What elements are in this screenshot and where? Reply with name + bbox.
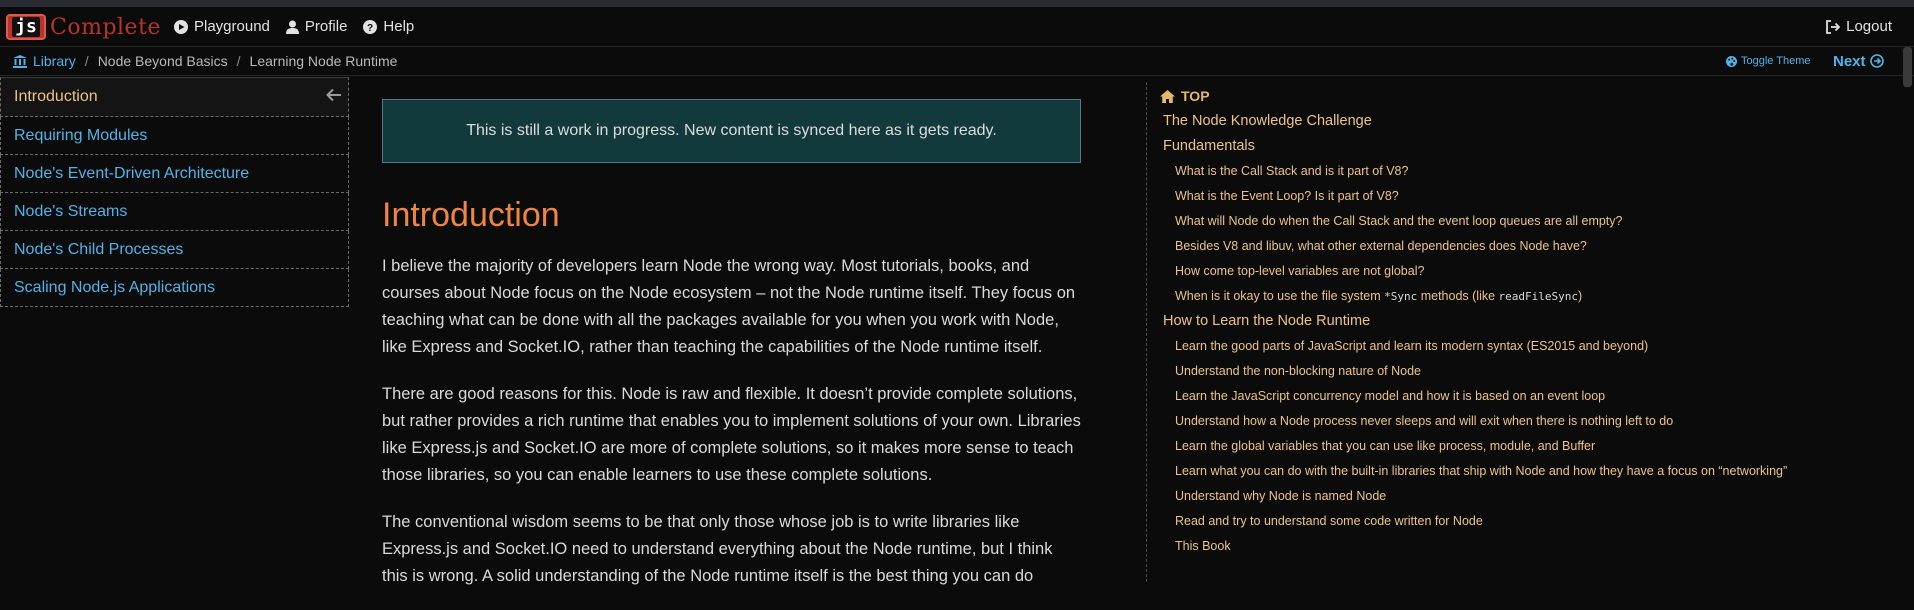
toc-subitem-link[interactable]: Besides V8 and libuv, what other externa… <box>1160 236 1900 261</box>
nav-help-link[interactable]: ? Help <box>363 18 414 35</box>
work-in-progress-notice: This is still a work in progress. New co… <box>382 99 1081 163</box>
help-circle-icon: ? <box>363 19 378 34</box>
sidebar-item-child-processes[interactable]: Node's Child Processes <box>0 231 349 269</box>
toc-subitem-link[interactable]: What will Node do when the Call Stack an… <box>1160 211 1900 236</box>
breadcrumb-library-link[interactable]: Library <box>13 53 76 69</box>
sidebar-item-label: Scaling Node.js Applications <box>14 278 216 296</box>
toc-subitem-link[interactable]: Learn the JavaScript concurrency model a… <box>1160 386 1900 411</box>
table-of-contents: TOP The Node Knowledge Challenge Fundame… <box>1160 86 1900 561</box>
breadcrumb: Library / Node Beyond Basics / Learning … <box>13 47 397 75</box>
user-icon <box>285 20 299 34</box>
toc-subitem-text: methods (like <box>1417 289 1499 303</box>
breadcrumb-separator: / <box>84 53 89 69</box>
sign-out-icon <box>1826 19 1841 34</box>
nav-help-label: Help <box>383 18 415 35</box>
logout-label: Logout <box>1846 18 1892 35</box>
sidebar-item-streams[interactable]: Node's Streams <box>0 193 349 231</box>
toc-subitem-link[interactable]: Learn what you can do with the built-in … <box>1160 461 1900 486</box>
nav-links: Playground Profile ? Help <box>174 7 430 46</box>
breadcrumb-separator: / <box>236 53 241 69</box>
breadcrumb-current-page: Learning Node Runtime <box>249 53 398 69</box>
toc-subitem-link[interactable]: When is it okay to use the file system *… <box>1160 286 1900 311</box>
toc-heading-link[interactable]: How to Learn the Node Runtime <box>1160 311 1900 336</box>
toggle-theme-button[interactable]: Toggle Theme <box>1726 47 1811 75</box>
content-paragraph: I believe the majority of developers lea… <box>382 257 1076 356</box>
logo-name: Complete <box>50 14 161 40</box>
nav-playground-link[interactable]: Playground <box>174 18 270 35</box>
library-icon <box>13 54 27 68</box>
content-divider <box>1146 82 1147 582</box>
toc-subitem-link[interactable]: Learn the global variables that you can … <box>1160 436 1900 461</box>
sidebar-item-introduction[interactable]: Introduction <box>0 77 349 117</box>
sidebar-item-label: Node's Event-Driven Architecture <box>14 164 250 182</box>
breadcrumb-library-label: Library <box>33 53 76 69</box>
site-logo[interactable]: js Complete <box>6 13 161 41</box>
toc-subitem-link[interactable]: How come top-level variables are not glo… <box>1160 261 1900 286</box>
toc-subitem-link[interactable]: Understand how a Node process never slee… <box>1160 411 1900 436</box>
content-paragraph: The conventional wisdom seems to be that… <box>382 513 1053 585</box>
arrow-circle-right-icon <box>1869 54 1884 68</box>
toc-subitem-text: When is it okay to use the file system <box>1175 289 1385 303</box>
window-top-strip <box>0 0 1914 7</box>
content-paragraph: There are good reasons for this. Node is… <box>382 385 1081 484</box>
toc-subitem-link[interactable]: Read and try to understand some code wri… <box>1160 511 1900 536</box>
main-content: This is still a work in progress. New co… <box>382 99 1082 610</box>
play-circle-icon <box>174 19 188 34</box>
breadcrumb-course[interactable]: Node Beyond Basics <box>98 53 228 69</box>
toc-subitem-link[interactable]: This Book <box>1160 536 1900 561</box>
sidebar-item-event-driven-architecture[interactable]: Node's Event-Driven Architecture <box>0 155 349 193</box>
toc-subitem-link[interactable]: What is the Call Stack and is it part of… <box>1160 161 1900 186</box>
toc-heading-link[interactable]: The Node Knowledge Challenge <box>1160 111 1900 136</box>
next-label: Next <box>1833 52 1866 70</box>
sidebar-item-label: Node's Streams <box>14 202 128 220</box>
collapse-sidebar-arrow-icon[interactable] <box>326 88 342 102</box>
svg-text:?: ? <box>367 23 373 34</box>
sidebar-item-scaling[interactable]: Scaling Node.js Applications <box>0 269 349 307</box>
toc-subitem-link[interactable]: Understand why Node is named Node <box>1160 486 1900 511</box>
inline-code: *Sync <box>1384 290 1418 303</box>
palette-icon <box>1726 55 1737 67</box>
page-title: Introduction <box>382 196 560 234</box>
toc-heading-link[interactable]: Fundamentals <box>1160 136 1900 161</box>
logo-mark-text: js <box>12 17 40 37</box>
nav-playground-label: Playground <box>194 18 270 35</box>
next-page-button[interactable]: Next <box>1833 47 1884 75</box>
nav-profile-label: Profile <box>304 18 348 35</box>
toc-subitem-link[interactable]: What is the Event Loop? Is it part of V8… <box>1160 186 1900 211</box>
logo-mark: js <box>6 14 46 40</box>
toc-top-label: TOP <box>1181 88 1210 104</box>
toc-subitem-text: ) <box>1578 289 1583 303</box>
sidebar-item-requiring-modules[interactable]: Requiring Modules <box>0 117 349 155</box>
toc-top-link[interactable]: TOP <box>1160 86 1900 106</box>
toggle-theme-label: Toggle Theme <box>1741 55 1811 67</box>
sidebar-item-label: Introduction <box>14 88 98 105</box>
sidebar-item-label: Node's Child Processes <box>14 240 184 258</box>
chapter-sidebar: Introduction Requiring Modules Node's Ev… <box>0 77 349 307</box>
top-navbar: js Complete Playground Profile ? Help Lo… <box>0 7 1914 47</box>
home-icon <box>1160 89 1175 103</box>
breadcrumb-bar: Library / Node Beyond Basics / Learning … <box>0 47 1914 76</box>
toc-subitem-link[interactable]: Understand the non-blocking nature of No… <box>1160 361 1900 386</box>
toc-subitem-link[interactable]: Learn the good parts of JavaScript and l… <box>1160 336 1900 361</box>
nav-profile-link[interactable]: Profile <box>285 18 348 35</box>
notice-text: This is still a work in progress. New co… <box>466 122 997 139</box>
sidebar-item-label: Requiring Modules <box>14 126 148 144</box>
page-scrollbar[interactable] <box>1903 47 1912 87</box>
inline-code: readFileSync <box>1498 290 1579 303</box>
logout-link[interactable]: Logout <box>1825 7 1892 46</box>
